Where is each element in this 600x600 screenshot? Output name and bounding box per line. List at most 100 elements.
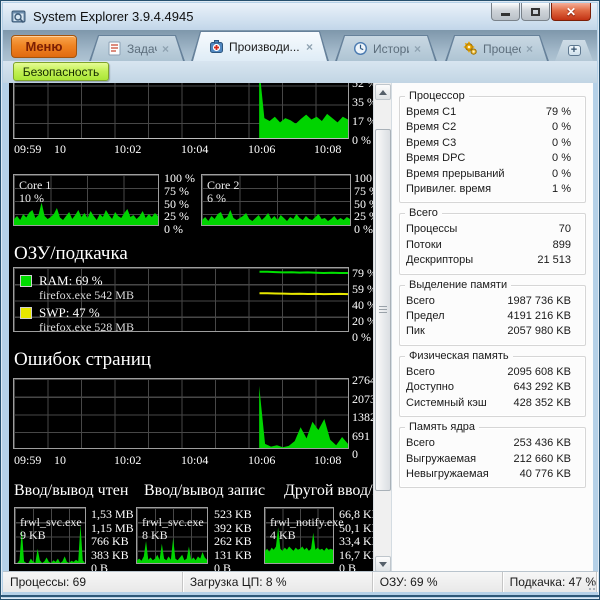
pagefaults-ylabels: 2764207313826910 <box>352 374 373 460</box>
toolbar: Безопасность <box>3 61 597 83</box>
details-panel: Процессор Время C1 79 % Время C2 0 % Время… <box>391 83 593 573</box>
group-title: Всего <box>405 207 442 220</box>
tab-performance[interactable]: Производи... × <box>191 31 329 61</box>
detail-row: Всего 2095 608 KB <box>406 365 571 378</box>
io-read-title: Ввод/вывод чтен <box>14 482 129 499</box>
history-icon <box>353 41 368 56</box>
status-ram: ОЗУ: 69 % <box>373 572 503 592</box>
performance-graphs-panel: 52 %35 %17 %0 % 09:591010:0210:0410:0610… <box>9 83 373 573</box>
tasks-icon <box>107 41 122 56</box>
cpu-history-graph <box>13 83 349 139</box>
io-other-title: Другой ввод/вывод <box>284 482 373 499</box>
tab-close-icon[interactable]: × <box>306 41 313 53</box>
detail-row: Потоки 899 <box>406 238 571 251</box>
core1-graph: Core 1 10 % <box>13 174 159 226</box>
ram-section-title: ОЗУ/подкачка <box>14 243 128 264</box>
arrow-up-icon <box>379 89 387 95</box>
detail-row: Всего 1987 736 KB <box>406 294 571 307</box>
detail-row: Процессы 70 <box>406 223 571 236</box>
group-physical-memory: Физическая память Всего 2095 608 KB Досту… <box>399 349 586 418</box>
close-icon: ✕ <box>565 4 577 19</box>
detail-row: Время C2 0 % <box>406 121 571 134</box>
tab-label: История <box>373 41 407 56</box>
status-cpu-load: Загрузка ЦП: 8 % <box>183 572 373 592</box>
io-other-graph: frwl_notify.exe 4 KB <box>264 507 344 564</box>
window-title: System Explorer 3.9.4.4945 <box>33 9 194 24</box>
detail-row: Время DPC 0 % <box>406 152 571 165</box>
io-write-value: 8 KB <box>142 528 168 542</box>
minimize-icon <box>501 13 510 16</box>
tab-close-icon[interactable]: × <box>414 43 421 55</box>
pagefaults-section-title: Ошибок страниц <box>14 349 152 370</box>
ram-graph-ylabels: 79 %59 %40 %20 %0 % <box>352 267 373 343</box>
core1-ylabels: 100 % 75 % 50 % 25 % 0 % <box>164 172 195 235</box>
scrollbar-thumb[interactable] <box>375 129 391 491</box>
tab-label: Задачи <box>127 41 155 56</box>
tab-history[interactable]: История × <box>335 35 437 61</box>
tab-close-icon[interactable]: × <box>162 43 169 55</box>
status-processes: Процессы: 69 <box>3 572 183 592</box>
swp-legend-process: firefox.exe 528 MB <box>39 320 134 334</box>
window-controls: ✕ <box>491 3 591 21</box>
scroll-down-button[interactable] <box>375 556 391 572</box>
detail-row: Привилег. время 1 % <box>406 183 571 196</box>
ram-legend-label: RAM: 69 % <box>39 273 103 288</box>
status-bar: Процессы: 69 Загрузка ЦП: 8 % ОЗУ: 69 % … <box>3 571 597 592</box>
io-read-ylabels: 1,53 MB 1,15 MB 766 KB 383 KB 0 B <box>91 508 134 573</box>
group-title: Память ядра <box>405 421 479 434</box>
tab-label: Процессы <box>483 41 519 56</box>
core2-graph: Core 2 6 % <box>201 174 351 226</box>
group-kernel-memory: Память ядра Всего 253 436 KB Выгружаемая 2… <box>399 421 586 489</box>
security-button[interactable]: Безопасность <box>13 62 109 81</box>
io-read-graph: frwl_svc.exe 9 KB <box>14 507 86 564</box>
io-read-value: 9 KB <box>20 528 46 542</box>
maximize-button[interactable] <box>521 3 550 21</box>
ram-legend-process: firefox.exe 542 MB <box>39 288 134 302</box>
minimize-button[interactable] <box>491 3 520 21</box>
app-window: System Explorer 3.9.4.4945 ✕ Меню Задачи… <box>0 0 600 600</box>
ram-swap-graph: RAM: 69 % firefox.exe 542 MB SWP: 47 % f… <box>13 267 349 334</box>
group-processor: Процессор Время C1 79 % Время C2 0 % Время… <box>399 90 586 204</box>
vertical-scrollbar[interactable] <box>373 83 391 573</box>
scroll-up-button[interactable] <box>375 84 391 100</box>
detail-row: Выгружаемая 212 660 KB <box>406 452 571 465</box>
detail-row: Дескрипторы 21 513 <box>406 254 571 267</box>
title-bar: System Explorer 3.9.4.4945 ✕ <box>3 3 597 30</box>
group-commit-memory: Выделение памяти Всего 1987 736 KB Предел… <box>399 278 586 346</box>
cpu-graph-time-axis: 09:59 10 10:02 10:04 10:06 10:08 <box>14 142 342 156</box>
arrow-down-icon <box>379 561 387 567</box>
detail-row: Время прерываний 0 % <box>406 167 571 180</box>
io-write-title: Ввод/вывод запис <box>144 482 266 499</box>
group-totals: Всего Процессы 70 Потоки 899 Дескрипторы 21… <box>399 207 586 275</box>
thumb-grip-icon <box>379 306 387 313</box>
menu-button[interactable]: Меню <box>11 35 77 58</box>
processes-gears-icon <box>463 41 478 56</box>
swp-legend-swatch <box>20 307 32 319</box>
tab-bar: Меню Задачи × <box>3 30 597 61</box>
tab-close-icon[interactable]: × <box>526 43 533 55</box>
io-other-value: 4 KB <box>270 528 296 542</box>
tab-processes[interactable]: Процессы × <box>445 35 549 61</box>
tab-label: Производи... <box>229 39 300 54</box>
core1-value: 10 % <box>19 191 44 205</box>
cpu-graph-ylabels: 52 %35 %17 %0 % <box>352 83 373 146</box>
close-button[interactable]: ✕ <box>551 3 591 21</box>
resize-grip[interactable] <box>585 580 595 590</box>
core2-value: 6 % <box>207 191 226 205</box>
detail-row: Всего 253 436 KB <box>406 437 571 450</box>
group-title: Физическая память <box>405 349 513 362</box>
pagefaults-time-axis: 09:59 10 10:02 10:04 10:06 10:08 <box>14 453 342 467</box>
plus-icon: + <box>568 45 581 56</box>
detail-row: Невыгружаемая 40 776 KB <box>406 467 571 480</box>
performance-icon <box>209 39 224 54</box>
ram-legend-swatch <box>20 275 32 287</box>
new-tab-button[interactable]: + <box>555 40 593 61</box>
detail-row: Предел 4191 216 KB <box>406 310 571 323</box>
io-write-ylabels: 523 KB 392 KB 262 KB 131 KB 0 B <box>214 508 252 573</box>
tab-tasks[interactable]: Задачи × <box>89 35 185 61</box>
window-frame-edge <box>1 595 599 597</box>
detail-row: Доступно 643 292 KB <box>406 381 571 394</box>
detail-row: Время C3 0 % <box>406 136 571 149</box>
detail-row: Пик 2057 980 KB <box>406 325 571 338</box>
pagefaults-graph <box>13 378 349 449</box>
